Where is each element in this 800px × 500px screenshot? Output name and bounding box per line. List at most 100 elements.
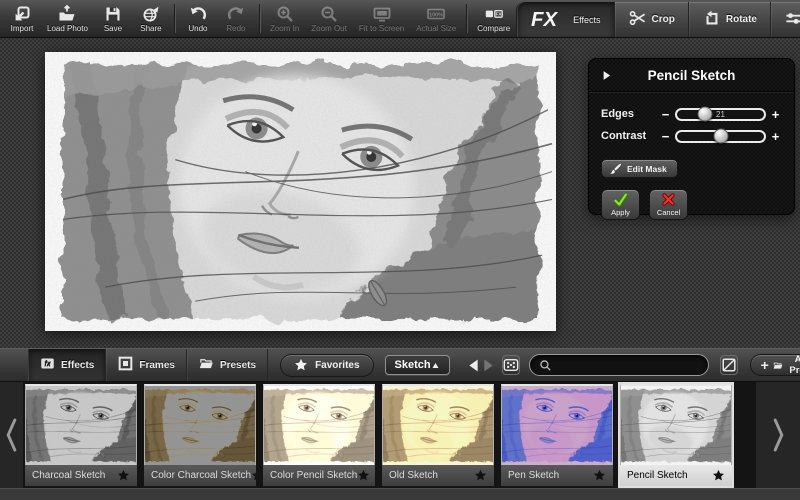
rotate-icon: [703, 10, 720, 30]
edges-slider-thumb[interactable]: [697, 107, 712, 122]
star-icon: [294, 358, 308, 372]
thumbnail-label-bar: Pencil Sketch: [620, 465, 732, 486]
apply-label: Apply: [611, 208, 630, 217]
app-window: Import Load Photo Save Share Undo Redo Zoom In…: [0, 0, 800, 500]
apply-button[interactable]: Apply: [601, 189, 640, 220]
fit-to-screen-icon: [373, 4, 391, 23]
favorite-star-icon[interactable]: [117, 469, 130, 482]
zoom-in-label: Zoom In: [270, 24, 299, 33]
zoom-out-button[interactable]: Zoom Out: [305, 0, 353, 37]
favorite-star-icon[interactable]: [474, 469, 487, 482]
favorite-star-icon[interactable]: [357, 469, 370, 482]
bottom-toolbar: fx Effects Frames Presets Favorites Sketch: [0, 348, 800, 382]
share-icon: [142, 4, 160, 23]
svg-text:FX: FX: [531, 9, 558, 30]
rotate-mode-label: Rotate: [726, 14, 757, 25]
mask-toggle-button[interactable]: [720, 355, 738, 375]
thumbnail-name: Pencil Sketch: [627, 470, 688, 481]
previous-page-button[interactable]: [466, 355, 481, 375]
next-page-button[interactable]: [481, 355, 496, 375]
plus-icon: +: [761, 358, 769, 372]
share-label: Share: [140, 24, 161, 33]
zoom-out-icon: [320, 4, 338, 23]
thumbnail-pencil-sketch[interactable]: Pencil Sketch: [620, 384, 732, 486]
redo-button[interactable]: Redo: [217, 0, 255, 37]
tab-presets-label: Presets: [220, 360, 256, 371]
contrast-slider-thumb[interactable]: [713, 129, 728, 144]
edit-mask-button[interactable]: Edit Mask: [601, 159, 678, 178]
category-dropdown[interactable]: Sketch: [385, 355, 450, 375]
thumbnail-pen-sketch[interactable]: Pen Sketch: [501, 384, 613, 486]
fit-to-screen-button[interactable]: Fit to Screen: [353, 0, 410, 37]
load-photo-button[interactable]: Load Photo: [41, 0, 94, 37]
contrast-increase-button[interactable]: +: [769, 130, 782, 143]
edges-slider-row: Edges−21 +: [589, 104, 794, 124]
adjust-mode-button[interactable]: Adjust: [771, 2, 800, 37]
actual-size-button[interactable]: 100%Actual Size: [410, 0, 462, 37]
scroll-right-button[interactable]: [756, 382, 800, 488]
cancel-button[interactable]: Cancel: [649, 189, 688, 220]
fx-badge-icon: fx: [40, 356, 55, 374]
tab-effects[interactable]: fx Effects: [28, 349, 106, 381]
save-button[interactable]: Save: [94, 0, 132, 37]
compare-button[interactable]: FXCompare: [471, 0, 516, 37]
thumbnail-label-bar: Color Charcoal Sketch: [144, 465, 256, 486]
check-icon: [613, 192, 628, 207]
window-bottom-edge: [0, 488, 800, 500]
scroll-left-button[interactable]: [0, 382, 23, 488]
thumbnail-image: [382, 384, 494, 465]
tab-frames[interactable]: Frames: [106, 349, 187, 381]
edges-increase-button[interactable]: +: [769, 108, 782, 121]
edges-decrease-button[interactable]: −: [659, 108, 672, 121]
random-effect-button[interactable]: [502, 355, 520, 375]
thumbnail-name: Charcoal Sketch: [32, 470, 105, 481]
panel-collapse-arrow-icon[interactable]: [600, 69, 613, 82]
add-preset-button[interactable]: + Add Preset: [750, 354, 800, 376]
top-toolbar: Import Load Photo Save Share Undo Redo Zoom In…: [0, 0, 800, 38]
favorite-star-icon[interactable]: [251, 469, 256, 482]
crop-mode-button[interactable]: Crop: [615, 2, 689, 37]
favorites-button[interactable]: Favorites: [280, 354, 373, 377]
load-photo-label: Load Photo: [47, 24, 88, 33]
favorite-star-icon[interactable]: [593, 469, 606, 482]
effects-mode-button[interactable]: FX Effects: [517, 2, 614, 37]
thumbnail-strip: Charcoal Sketch: [0, 382, 800, 488]
thumbnail-color-pencil-sketch[interactable]: Color Pencil Sketch: [263, 384, 375, 486]
rotate-mode-button[interactable]: Rotate: [689, 2, 771, 37]
load-photo-icon: [58, 4, 76, 23]
search-box: [529, 354, 709, 376]
contrast-slider-row: Contrast− +: [589, 126, 794, 146]
effects-mode-label: Effects: [573, 15, 600, 25]
import-button[interactable]: Import: [3, 0, 41, 37]
presets-icon: [199, 356, 214, 374]
favorite-star-icon[interactable]: [712, 469, 725, 482]
contrast-slider[interactable]: [675, 130, 766, 143]
chevron-left-icon: [4, 414, 19, 456]
thumbnail-charcoal-sketch[interactable]: Charcoal Sketch: [25, 384, 137, 486]
thumbnail-old-sketch[interactable]: Old Sketch: [382, 384, 494, 486]
undo-label: Undo: [188, 24, 207, 33]
effect-settings-panel: Pencil Sketch Edges−21+Contrast−+ Edit M…: [588, 58, 795, 215]
contrast-label: Contrast: [601, 130, 659, 142]
thumbnail-label-bar: Color Pencil Sketch: [263, 465, 375, 486]
fit-to-screen-label: Fit to Screen: [359, 24, 404, 33]
dice-icon: [503, 357, 519, 373]
undo-button[interactable]: Undo: [179, 0, 217, 37]
edges-slider[interactable]: 21: [675, 108, 766, 121]
edges-label: Edges: [601, 108, 659, 120]
thumbnail-label-bar: Pen Sketch: [501, 465, 613, 486]
search-input[interactable]: [557, 359, 699, 371]
tab-frames-label: Frames: [139, 360, 175, 371]
canvas-area: Pencil Sketch Edges−21+Contrast−+ Edit M…: [0, 38, 800, 348]
zoom-in-button[interactable]: Zoom In: [264, 0, 305, 37]
tab-effects-label: Effects: [61, 360, 94, 371]
fx-logo-icon: FX: [531, 6, 567, 33]
thumbnail-color-charcoal-sketch[interactable]: Color Charcoal Sketch: [144, 384, 256, 486]
edges-value: 21: [677, 110, 764, 119]
right-arrow-icon: [481, 358, 496, 373]
share-button[interactable]: Share: [132, 0, 170, 37]
save-label: Save: [104, 24, 122, 33]
contrast-decrease-button[interactable]: −: [659, 130, 672, 143]
thumbnail-name: Old Sketch: [389, 470, 438, 481]
tab-presets[interactable]: Presets: [187, 349, 268, 381]
